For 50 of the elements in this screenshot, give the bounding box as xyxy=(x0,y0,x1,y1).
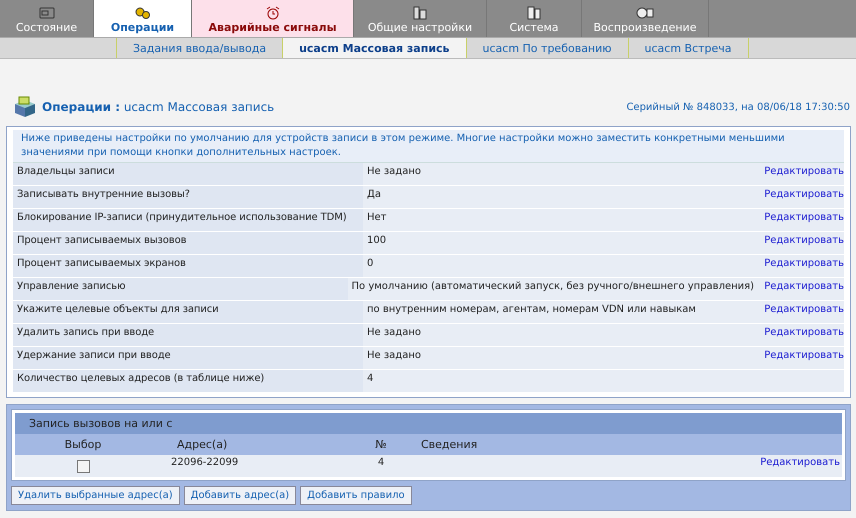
setting-value: Нет xyxy=(366,211,388,225)
info-note: Ниже приведены настройки по умолчанию для устройств записи в этом режиме. Многие настройки можно заместить конкретными меньшими значениями при помощи кнопки дополнительных настроек. xyxy=(13,130,844,163)
action-button[interactable]: Добавить правило xyxy=(300,486,412,505)
nav-tab[interactable]: Операции xyxy=(94,0,192,37)
checkbox[interactable] xyxy=(76,460,90,473)
setting-value: по внутренним номерам, агентам, номерам VDN или навыкам xyxy=(366,303,697,317)
sub-tab[interactable]: ucacm Встреча xyxy=(628,38,749,58)
setting-label: Количество целевых адресов (в таблице ниже) xyxy=(13,370,363,392)
setting-value: По умолчанию (автоматический запуск, без ручного/внешнего управления) xyxy=(350,280,756,294)
column-header: Выбор xyxy=(64,438,102,451)
action-button[interactable]: Добавить адрес(а) xyxy=(184,486,296,505)
action-button[interactable]: Удалить выбранные адрес(а) xyxy=(11,486,180,505)
setting-value: 100 xyxy=(366,234,388,248)
edit-link[interactable]: Редактировать xyxy=(764,212,844,223)
setting-value: Не задано xyxy=(366,165,422,179)
serial-info: Серийный № 848033, на 08/06/18 17:30:50 xyxy=(626,102,850,112)
setting-label: Записывать внутренние вызовы? xyxy=(13,186,363,208)
setting-value: Не задано xyxy=(366,349,422,363)
setting-value: Не задано xyxy=(366,326,422,340)
setting-label: Укажите целевые объекты для записи xyxy=(13,301,363,323)
edit-link[interactable]: Редактировать xyxy=(760,457,842,468)
nav-tab[interactable]: Аварийные сигналы xyxy=(192,0,354,37)
edit-link[interactable]: Редактировать xyxy=(764,304,844,315)
sub-tab[interactable]: ucacm Массовая запись xyxy=(282,38,466,58)
setting-label: Владельцы записи xyxy=(13,163,363,185)
section-title: Запись вызовов на или с xyxy=(15,413,842,434)
screen-icon xyxy=(38,6,56,20)
setting-value: Да xyxy=(366,188,382,202)
table-cell-text: 4 xyxy=(376,457,386,468)
setting-value: 0 xyxy=(366,257,374,271)
package-icon xyxy=(12,96,38,118)
edit-link[interactable]: Редактировать xyxy=(764,258,844,269)
edit-link[interactable]: Редактировать xyxy=(764,189,844,200)
setting-value: 4 xyxy=(366,372,374,386)
setting-label: Блокирование IP-записи (принудительное использование TDM) xyxy=(13,209,363,231)
setting-label: Удалить запись при вводе xyxy=(13,324,363,346)
column-header: Адрес(а) xyxy=(176,438,228,451)
column-header: Сведения xyxy=(421,438,478,451)
setting-label: Удержание записи при вводе xyxy=(13,347,363,369)
page-title: Операции : ucacm Массовая запись xyxy=(42,100,276,114)
table-cell-text: 22096-22099 xyxy=(170,457,240,468)
column-header: № xyxy=(374,438,388,451)
edit-link[interactable]: Редактировать xyxy=(764,235,844,246)
setting-label: Управление записью xyxy=(13,278,348,300)
edit-link[interactable]: Редактировать xyxy=(764,166,844,177)
setting-label: Процент записываемых вызовов xyxy=(13,232,363,254)
edit-link[interactable]: Редактировать xyxy=(764,281,844,292)
edit-link[interactable]: Редактировать xyxy=(764,350,844,361)
setting-label: Процент записываемых экранов xyxy=(13,255,363,277)
edit-link[interactable]: Редактировать xyxy=(764,327,844,338)
